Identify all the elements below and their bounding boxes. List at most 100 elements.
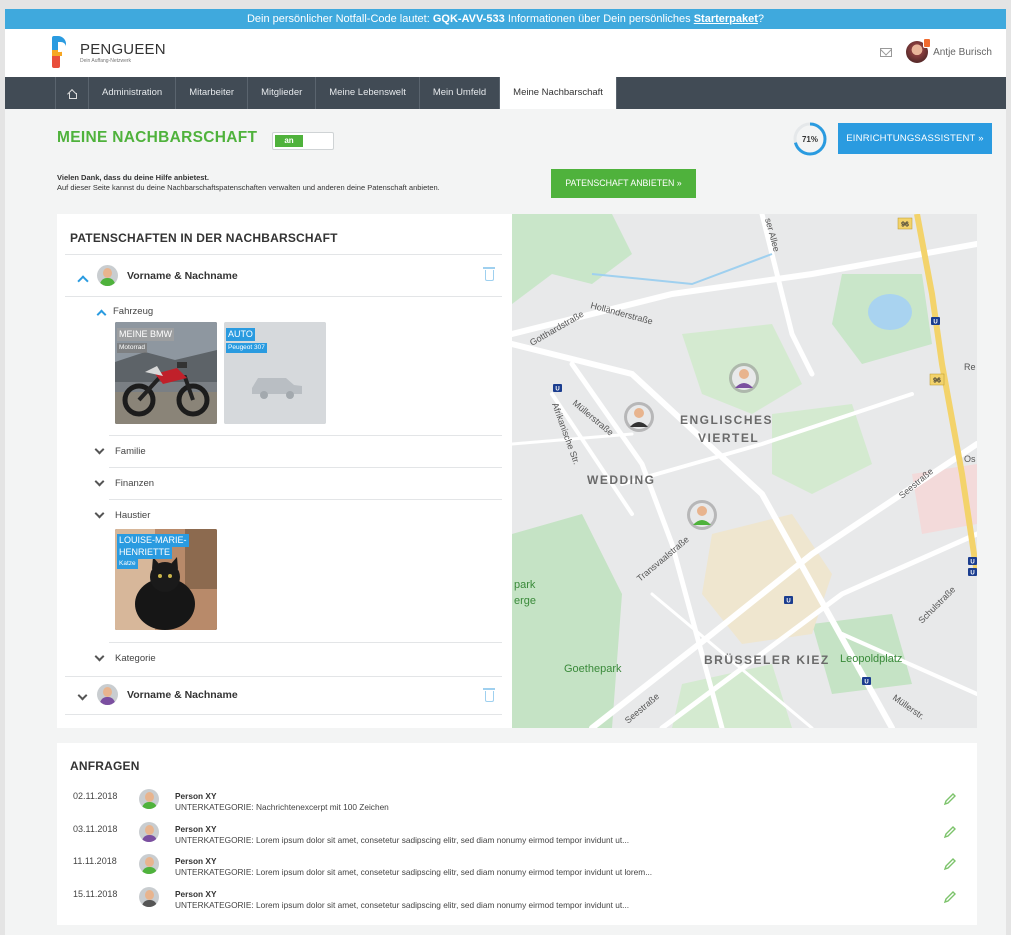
progress-label: 71% [802, 135, 818, 144]
card-meine-bmw[interactable]: MEINE BMW Motorrad [115, 322, 217, 424]
card-subtitle: Peugeot 307 [226, 343, 267, 353]
card-title: AUTO [226, 328, 255, 341]
person-name-2: Vorname & Nachname [127, 689, 238, 701]
request-text: UNTERKATEGORIE: Lorem ipsum dolor sit am… [175, 835, 630, 845]
nav-mitarbeiter[interactable]: Mitarbeiter [176, 77, 249, 109]
starterpaket-link[interactable]: Starterpaket [694, 13, 758, 25]
card-title: MEINE BMW [117, 328, 174, 341]
mail-icon[interactable] [880, 47, 893, 57]
einrichtungsassistent-button[interactable]: EINRICHTUNGSASSISTENT » [838, 123, 992, 154]
list-item[interactable]: 15.11.2018 Person XY UNTERKATEGORIE: Lor… [57, 887, 977, 919]
svg-text:U: U [786, 599, 790, 605]
map-place: erge [514, 595, 536, 607]
notification-badge [923, 38, 932, 48]
list-item[interactable]: 11.11.2018 Person XY UNTERKATEGORIE: Lor… [57, 854, 977, 886]
notfall-banner: Dein persönlicher Notfall-Code lautet: G… [5, 9, 1006, 29]
category-kategorie[interactable]: Kategorie [115, 653, 156, 664]
svg-text:U: U [970, 560, 974, 566]
request-name: Person XY [175, 889, 217, 899]
map-marker-person[interactable] [729, 363, 759, 393]
chevron-down-icon[interactable] [94, 444, 105, 455]
card-auto[interactable]: AUTO Peugeot 307 [224, 322, 326, 424]
chevron-down-icon[interactable] [77, 690, 88, 701]
page-title: MEINE NACHBARSCHAFT [57, 129, 258, 146]
map-place: park [514, 579, 536, 591]
intro-line2: Auf dieser Seite kannst du deine Nachbar… [57, 183, 440, 192]
person-row-2[interactable]: Vorname & Nachname [57, 680, 502, 714]
request-name: Person XY [175, 856, 217, 866]
person-row-1[interactable]: Vorname & Nachname [57, 261, 502, 295]
penguin-logo-icon [52, 36, 74, 68]
nav-meine-nachbarschaft[interactable]: Meine Nachbarschaft [500, 77, 617, 109]
header: PENGUEEN Dein Auffang-Netzwerk Antje Bur… [5, 29, 1006, 77]
nav-administration[interactable]: Administration [89, 77, 177, 109]
svg-text:96: 96 [933, 378, 941, 385]
svg-text:U: U [864, 680, 868, 686]
nav-mein-umfeld[interactable]: Mein Umfeld [420, 77, 501, 109]
request-text: UNTERKATEGORIE: Lorem ipsum dolor sit am… [175, 867, 653, 877]
request-name: Person XY [175, 791, 217, 801]
avatar[interactable] [906, 38, 932, 63]
category-fahrzeug[interactable]: Fahrzeug [113, 306, 153, 317]
logo[interactable]: PENGUEEN Dein Auffang-Netzwerk [52, 36, 166, 68]
chevron-up-icon[interactable] [96, 309, 107, 320]
person-avatar [139, 789, 159, 809]
card-subtitle: Motorrad [117, 343, 148, 353]
neighborhood-map[interactable]: ser Allee Gotthardstraße Holländerstraße… [512, 214, 977, 728]
map-place: VIERTEL [698, 431, 759, 445]
pencil-icon[interactable] [943, 825, 957, 839]
user-area: Antje Burisch [880, 38, 992, 63]
request-date: 15.11.2018 [73, 889, 118, 899]
banner-prefix: Dein persönlicher Notfall-Code lautet: [246, 13, 433, 25]
patenschaft-anbieten-button[interactable]: PATENSCHAFT ANBIETEN » [551, 169, 696, 198]
user-name[interactable]: Antje Burisch [933, 47, 992, 58]
main-nav: Administration Mitarbeiter Mitglieder Me… [5, 77, 1006, 109]
chevron-down-icon[interactable] [94, 651, 105, 662]
person-avatar [139, 822, 159, 842]
nachbarschaft-toggle[interactable]: an [272, 132, 334, 150]
map-place: Leopoldplatz [840, 653, 902, 665]
card-cat[interactable]: LOUISE-MARIE- HENRIETTE Katze [115, 529, 217, 630]
person-avatar [97, 265, 118, 286]
trash-icon[interactable] [483, 688, 495, 702]
category-finanzen[interactable]: Finanzen [115, 478, 154, 489]
notfall-code: GQK-AVV-533 [432, 13, 505, 25]
road-shield: 96 [929, 373, 945, 386]
chevron-down-icon[interactable] [94, 508, 105, 519]
list-item[interactable]: 02.11.2018 Person XY UNTERKATEGORIE: Nac… [57, 789, 977, 821]
map-label: Re [964, 362, 976, 372]
banner-middle: Informationen über Dein persönliches [504, 13, 694, 25]
nav-meine-lebenswelt[interactable]: Meine Lebenswelt [316, 77, 420, 109]
request-text: UNTERKATEGORIE: Lorem ipsum dolor sit am… [175, 900, 630, 910]
map-marker-person[interactable] [687, 500, 717, 530]
map-place: WEDDING [587, 473, 656, 487]
map-canvas[interactable]: ser Allee Gotthardstraße Holländerstraße… [512, 214, 977, 728]
trash-icon[interactable] [483, 267, 495, 281]
request-date: 11.11.2018 [73, 856, 117, 866]
map-label: Os [964, 454, 976, 464]
map-marker-person[interactable] [624, 402, 654, 432]
category-familie[interactable]: Familie [115, 446, 146, 457]
nav-home[interactable] [55, 77, 89, 109]
category-haustier[interactable]: Haustier [115, 510, 150, 521]
map-place: Goethepark [564, 663, 622, 675]
ubahn-icon: U [968, 568, 977, 577]
intro-text: Vielen Dank, dass du deine Hilfe anbiete… [57, 173, 440, 193]
home-icon [67, 89, 77, 99]
toggle-on-label: an [275, 135, 303, 147]
request-date: 03.11.2018 [73, 824, 118, 834]
pencil-icon[interactable] [943, 890, 957, 904]
patenschaften-list: PATENSCHAFTEN IN DER NACHBARSCHAFT Vorna… [57, 214, 512, 728]
ubahn-icon: U [968, 557, 977, 566]
list-item[interactable]: 03.11.2018 Person XY UNTERKATEGORIE: Lor… [57, 822, 977, 854]
person-name-1: Vorname & Nachname [127, 270, 238, 282]
anfragen-panel: ANFRAGEN 02.11.2018 Person XY UNTERKATEG… [57, 743, 977, 925]
chevron-down-icon[interactable] [94, 476, 105, 487]
pencil-icon[interactable] [943, 792, 957, 806]
intro-line1: Vielen Dank, dass du deine Hilfe anbiete… [57, 173, 209, 182]
nav-mitglieder[interactable]: Mitglieder [248, 77, 317, 109]
chevron-up-icon[interactable] [77, 275, 89, 287]
patenschaften-title: PATENSCHAFTEN IN DER NACHBARSCHAFT [70, 231, 338, 245]
divider [109, 467, 502, 468]
pencil-icon[interactable] [943, 857, 957, 871]
